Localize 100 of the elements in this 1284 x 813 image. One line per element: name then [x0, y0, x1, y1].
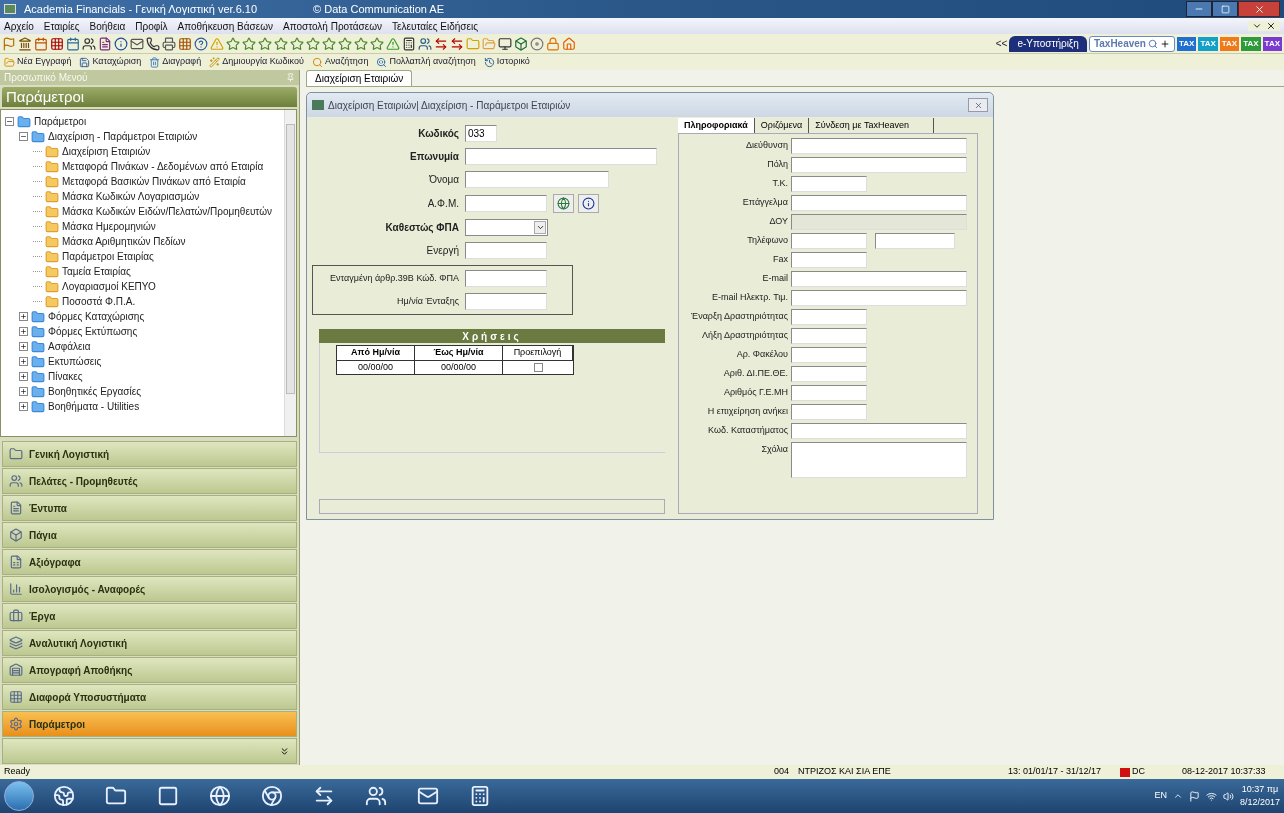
- nav-item[interactable]: Ισολογισμός - Αναφορές: [2, 576, 297, 602]
- nav-item[interactable]: Έργα: [2, 603, 297, 629]
- column-header[interactable]: Προεπιλογή: [503, 346, 573, 361]
- action-button[interactable]: Καταχώριση: [79, 55, 142, 69]
- calculator-icon[interactable]: [402, 36, 416, 51]
- nav-item[interactable]: Πάγια: [2, 522, 297, 548]
- input-field[interactable]: [465, 242, 547, 259]
- tree-item[interactable]: Φόρμες Εκτύπωσης: [48, 324, 138, 339]
- network-icon[interactable]: [1205, 790, 1217, 802]
- document-tab[interactable]: Διαχείριση Εταιριών: [306, 70, 413, 86]
- nav-item[interactable]: Αναλυτική Λογιστική: [2, 630, 297, 656]
- expand-icon[interactable]: [19, 327, 28, 336]
- input-field[interactable]: [465, 148, 657, 165]
- bank-icon[interactable]: [18, 36, 32, 51]
- tab[interactable]: Πληροφοριακά: [678, 118, 755, 133]
- expand-icon[interactable]: [19, 357, 28, 366]
- input-field[interactable]: [791, 309, 867, 325]
- user-icon[interactable]: [418, 36, 432, 51]
- action-button[interactable]: Νέα Εγγραφή: [4, 55, 72, 69]
- star-icon[interactable]: [290, 36, 304, 51]
- star-icon[interactable]: [354, 36, 368, 51]
- clock-time[interactable]: 10:37 πμ: [1241, 782, 1279, 796]
- input-field[interactable]: [465, 293, 547, 310]
- plus-icon[interactable]: [1159, 38, 1170, 49]
- menu-item[interactable]: Εταιρίες: [43, 18, 80, 34]
- start-button[interactable]: [4, 781, 34, 811]
- tree-item[interactable]: Φόρμες Καταχώρισης: [48, 309, 145, 324]
- tree-item[interactable]: Πίνακες: [48, 369, 83, 384]
- tax-badge[interactable]: TAX: [1262, 36, 1282, 51]
- more-icon[interactable]: [279, 745, 290, 757]
- expand-icon[interactable]: [19, 387, 28, 396]
- arrow-icon[interactable]: [450, 36, 464, 51]
- grid-icon[interactable]: [178, 36, 192, 51]
- input-field[interactable]: [791, 423, 967, 439]
- input-field[interactable]: [791, 290, 967, 306]
- nav-item[interactable]: Αξιόγραφα: [2, 549, 297, 575]
- input-field[interactable]: [875, 233, 955, 249]
- tree-item[interactable]: Μεταφορά Βασικών Πινάκων από Εταιρία: [62, 174, 246, 189]
- column-header[interactable]: Από Ημ/νία: [337, 346, 415, 361]
- calendar-icon[interactable]: [66, 36, 80, 51]
- input-field[interactable]: [791, 233, 867, 249]
- star-icon[interactable]: [242, 36, 256, 51]
- disc-icon[interactable]: [530, 36, 544, 51]
- expand-icon[interactable]: [19, 402, 28, 411]
- language-indicator[interactable]: EN: [1154, 789, 1167, 803]
- input-field[interactable]: [465, 270, 547, 287]
- globe-button[interactable]: [553, 194, 574, 213]
- input-field[interactable]: [791, 214, 967, 230]
- monitor-icon[interactable]: [498, 36, 512, 51]
- input-field[interactable]: [465, 171, 609, 188]
- mail-icon[interactable]: [130, 36, 144, 51]
- collapse-icon[interactable]: [19, 132, 28, 141]
- star-icon[interactable]: [370, 36, 384, 51]
- menu-item[interactable]: Τελευταίες Ειδήσεις: [392, 18, 478, 34]
- nav-item[interactable]: Πελάτες - Προμηθευτές: [2, 468, 297, 494]
- menu-item[interactable]: Αποστολή Προτάσεων: [283, 18, 383, 34]
- user-icon[interactable]: [82, 36, 96, 51]
- tree-item[interactable]: Παράμετροι: [34, 114, 87, 129]
- help-icon[interactable]: [194, 36, 208, 51]
- minimize-button[interactable]: [1186, 1, 1212, 17]
- nav-item[interactable]: Διαφορά Υποσυστήματα: [2, 684, 297, 710]
- input-field[interactable]: [791, 385, 867, 401]
- star-icon[interactable]: [226, 36, 240, 51]
- star-icon[interactable]: [274, 36, 288, 51]
- nav-item[interactable]: Γενική Λογιστική: [2, 441, 297, 467]
- tax-badge[interactable]: TAX: [1241, 36, 1261, 51]
- nav-item[interactable]: Απογραφή Αποθήκης: [2, 657, 297, 683]
- expand-icon[interactable]: [19, 342, 28, 351]
- nav-item[interactable]: Έντυπα: [2, 495, 297, 521]
- column-header[interactable]: Έως Ημ/νία: [415, 346, 503, 361]
- action-button[interactable]: Δημιουργία Κωδικού: [209, 55, 304, 69]
- tree-item[interactable]: Μάσκα Κωδικών Λογαριασμών: [62, 189, 200, 204]
- input-field[interactable]: 033: [465, 125, 497, 142]
- home-icon[interactable]: [562, 36, 576, 51]
- tree-item[interactable]: Ασφάλεια: [48, 339, 91, 354]
- collapse-button[interactable]: <<: [995, 36, 1008, 51]
- input-field[interactable]: [465, 195, 547, 212]
- menu-item[interactable]: Αποθήκευση Βάσεων: [177, 18, 273, 34]
- input-field[interactable]: [791, 176, 867, 192]
- expand-icon[interactable]: [19, 372, 28, 381]
- close-button[interactable]: [968, 98, 988, 112]
- action-button[interactable]: Αναζήτηση: [311, 55, 369, 69]
- clock-date[interactable]: 8/12/2017: [1239, 796, 1280, 810]
- flag-icon[interactable]: [1188, 790, 1200, 802]
- star-icon[interactable]: [306, 36, 320, 51]
- input-field[interactable]: [791, 366, 867, 382]
- input-field[interactable]: [791, 138, 967, 154]
- tree-item[interactable]: Μάσκα Ημερομηνιών: [62, 219, 156, 234]
- close-icon[interactable]: [1266, 21, 1276, 31]
- action-button[interactable]: Ιστορικό: [483, 55, 530, 69]
- input-field[interactable]: [791, 271, 967, 287]
- checkbox[interactable]: [533, 362, 543, 372]
- info-button[interactable]: [578, 194, 599, 213]
- menu-item[interactable]: Προφίλ: [135, 18, 168, 34]
- star-icon[interactable]: [322, 36, 336, 51]
- tree-item[interactable]: Παράμετροι Εταιρίας: [62, 249, 154, 264]
- search-field[interactable]: TaxHeaven: [1088, 35, 1175, 52]
- calendar-icon[interactable]: [34, 36, 48, 51]
- dropdown[interactable]: [465, 219, 548, 236]
- dropdown-icon[interactable]: [1252, 21, 1262, 31]
